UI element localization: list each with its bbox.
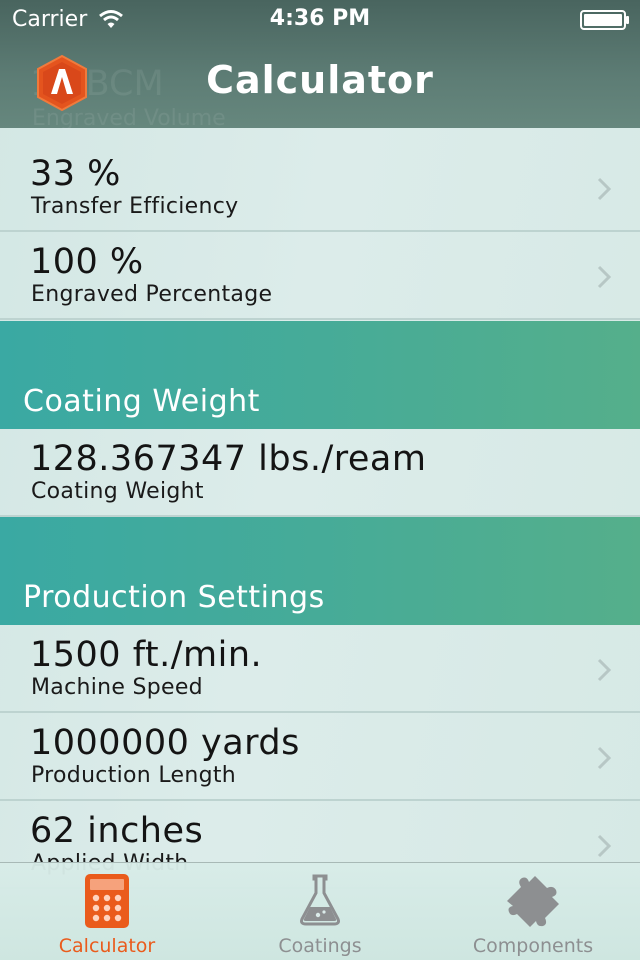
row-label: Production Length [31,763,237,788]
row-value: 1500 ft./min. [30,635,263,675]
clock-label: 4:36 PM [269,6,371,31]
page-title: Calculator [206,58,434,102]
calculator-screen: 33 % Transfer Efficiency 100 % Engraved … [0,0,640,960]
navigation-bar: 10 BCM Engraved Volume Carrier 4:36 PM C… [0,0,640,131]
chevron-right-icon [597,834,612,858]
row-label: Transfer Efficiency [31,194,239,219]
row-value: 128.367347 lbs./ream [30,439,427,479]
tab-bar: Calculator Coatings Components [0,862,640,960]
chevron-right-icon [597,746,612,770]
battery-icon [580,10,629,30]
chevron-right-icon [597,658,612,682]
tab-label: Coatings [278,935,362,957]
row-label: Engraved Percentage [31,282,273,307]
puzzle-icon [507,876,559,927]
list-item-machine-speed[interactable]: 1500 ft./min. Machine Speed [0,625,640,713]
list-item-coating-weight: 128.367347 lbs./ream Coating Weight [0,429,640,517]
section-header-production-settings: Production Settings [0,517,640,625]
row-value: 1000000 yards [30,723,300,763]
row-value: 33 % [30,154,121,194]
section-title: Coating Weight [23,384,260,419]
chevron-right-icon [597,177,612,201]
list-item-engraved-percentage[interactable]: 100 % Engraved Percentage [0,232,640,320]
chevron-right-icon [597,265,612,289]
calculator-icon [85,874,129,928]
row-label: Coating Weight [31,479,204,504]
status-bar: Carrier 4:36 PM [0,0,640,40]
list-item-transfer-efficiency[interactable]: 33 % Transfer Efficiency [0,144,640,232]
tab-components[interactable]: Components [426,863,640,960]
row-value: 100 % [30,242,144,282]
tab-coatings[interactable]: Coatings [214,863,426,960]
section-header-coating-weight: Coating Weight [0,321,640,429]
flask-icon [300,874,340,926]
list-item-production-length[interactable]: 1000000 yards Production Length [0,713,640,801]
tab-label: Components [472,935,594,957]
tab-label: Calculator [58,935,156,957]
row-value: 62 inches [30,811,204,851]
row-label: Machine Speed [31,675,203,700]
tab-calculator[interactable]: Calculator [0,863,214,960]
section-title: Production Settings [23,580,325,615]
